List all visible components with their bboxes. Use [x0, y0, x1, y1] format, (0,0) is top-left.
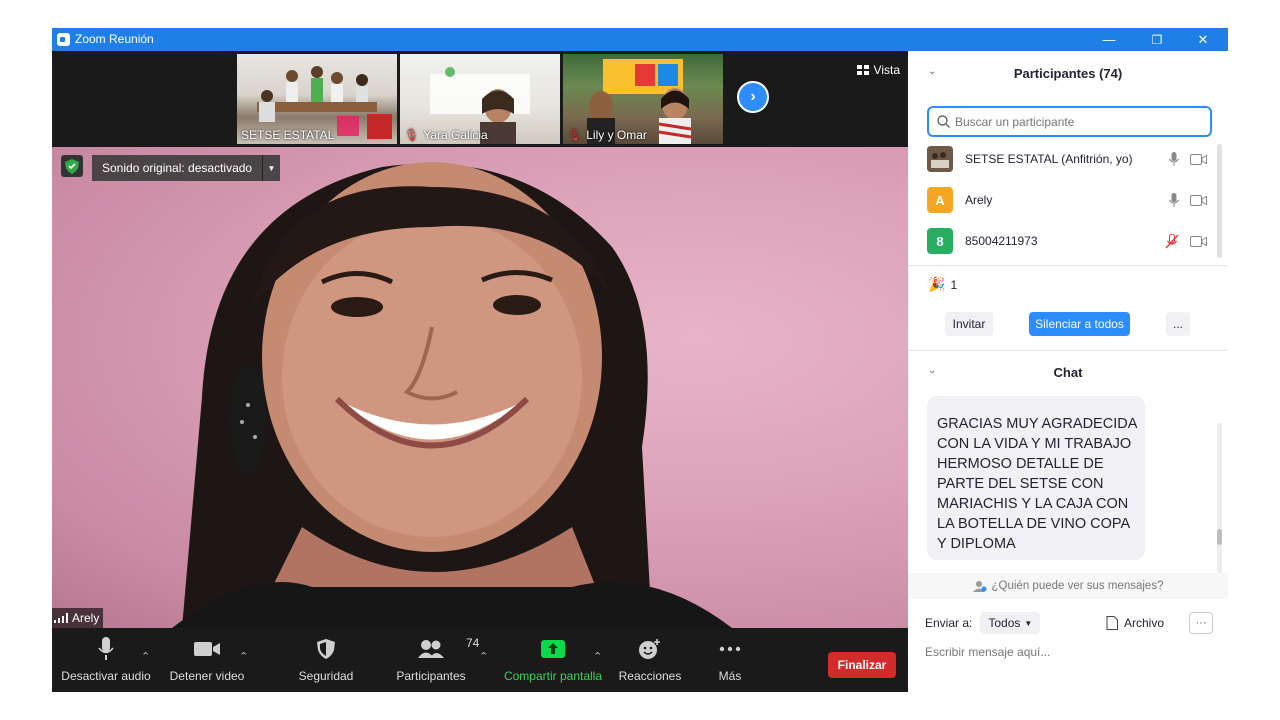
mic-muted-icon: 🎙	[567, 128, 583, 142]
participant-name: Arely	[965, 193, 993, 207]
mic-muted-icon: 🎙	[404, 128, 420, 142]
window-title: Zoom Reunión	[75, 32, 154, 46]
microphone-icon	[98, 637, 114, 660]
participants-icon	[418, 640, 444, 658]
video-camera-icon[interactable]	[1190, 153, 1207, 165]
microphone-muted-icon[interactable]	[1165, 233, 1179, 249]
thumbnail-lily-y-omar[interactable]: 🎙 Lily y Omar	[563, 54, 723, 144]
chat-message-bubble: GRACIAS MUY AGRADECIDA CON LA VIDA Y MI …	[927, 396, 1145, 560]
chat-message-input[interactable]	[925, 641, 1215, 663]
grid-view-icon	[856, 65, 869, 75]
chat-scrollbar-thumb[interactable]	[1217, 529, 1222, 545]
chat-scrollbar[interactable]	[1217, 423, 1222, 573]
chevron-down-icon[interactable]: ⌄	[928, 365, 936, 376]
chevron-down-icon[interactable]: ▼	[262, 155, 280, 181]
file-icon	[1106, 616, 1118, 630]
avatar: A	[927, 187, 953, 213]
divider	[908, 350, 1228, 351]
thumbnail-label: 🎙 Yara Galicia	[404, 128, 488, 142]
thumbnail-strip: SETSE ESTATAL 🎙 Yara Galicia 🎙 Lily y Om…	[52, 51, 908, 147]
video-camera-icon[interactable]	[1190, 235, 1207, 247]
chat-message-text: GRACIAS MUY AGRADECIDA CON LA VIDA Y MI …	[937, 416, 1137, 552]
divider	[908, 265, 1228, 266]
participant-row-setse[interactable]: SETSE ESTATAL (Anfitrión, yo)	[927, 146, 1217, 172]
encryption-shield-icon[interactable]	[61, 155, 83, 177]
mute-audio-button[interactable]: Desactivar audio	[60, 634, 152, 688]
avatar: 8	[927, 228, 953, 254]
zoom-logo-icon	[57, 33, 70, 46]
view-button[interactable]: Vista	[856, 63, 900, 77]
participants-options-caret[interactable]: ⌃	[479, 650, 488, 663]
video-area: SETSE ESTATAL 🎙 Yara Galicia 🎙 Lily y Om…	[52, 51, 908, 628]
next-page-button[interactable]: ›	[737, 81, 769, 113]
reactions-button[interactable]: Reacciones	[618, 634, 682, 688]
send-to-row: Enviar a: Todos ▼ Archivo ···	[925, 611, 1220, 635]
more-button[interactable]: Más	[704, 634, 756, 688]
stop-video-button[interactable]: Detener video	[164, 634, 250, 688]
search-input[interactable]	[955, 114, 1195, 129]
video-options-caret[interactable]: ⌃	[239, 650, 248, 663]
more-dots-icon	[719, 646, 741, 652]
end-meeting-button[interactable]: Finalizar	[828, 652, 896, 678]
share-options-caret[interactable]: ⌃	[593, 650, 602, 663]
meeting-toolbar: Desactivar audio ⌃ Detener video ⌃ Segur…	[52, 628, 908, 692]
party-popper-icon: 🎉	[928, 276, 946, 292]
speaker-name: Arely	[72, 611, 100, 625]
audio-options-caret[interactable]: ⌃	[141, 650, 150, 663]
speaker-name-tag: Arely	[52, 608, 104, 628]
participants-more-button[interactable]: ...	[1166, 312, 1190, 336]
thumbnail-setse-estatal[interactable]: SETSE ESTATAL	[237, 54, 397, 144]
emoji-reaction-icon	[639, 639, 660, 659]
thumbnail-label: SETSE ESTATAL	[241, 128, 335, 142]
microphone-icon[interactable]	[1169, 151, 1179, 167]
search-icon	[937, 115, 950, 128]
file-button[interactable]: Archivo	[1106, 616, 1164, 630]
participant-name: 85004211973	[965, 234, 1038, 248]
participant-row-85004211973[interactable]: 8 85004211973	[927, 228, 1217, 254]
restore-button[interactable]: ❐	[1134, 28, 1180, 51]
participants-button[interactable]: 74 Participantes	[394, 634, 479, 688]
chat-header[interactable]: ⌄ Chat	[908, 353, 1228, 391]
thumbnail-label: 🎙 Lily y Omar	[567, 128, 647, 142]
reaction-count: 🎉 1	[928, 276, 958, 292]
participants-header[interactable]: ⌄ Participantes (74)	[908, 54, 1228, 92]
chevron-down-icon: ▼	[1024, 618, 1033, 628]
mute-all-button[interactable]: Silenciar a todos	[1029, 312, 1130, 336]
zoom-window: Zoom Reunión — ❐ ✕ SETSE ESTATAL 🎙 Yara …	[52, 28, 1228, 692]
chevron-down-icon[interactable]: ⌄	[928, 66, 936, 77]
share-screen-button[interactable]: Compartir pantalla	[502, 634, 604, 688]
participant-row-arely[interactable]: A Arely	[927, 187, 1217, 213]
chat-title: Chat	[1053, 364, 1083, 380]
recipient-select[interactable]: Todos ▼	[980, 612, 1041, 634]
chat-more-button[interactable]: ···	[1189, 612, 1213, 634]
signal-strength-icon	[54, 613, 68, 623]
side-panel: ⌄ Participantes (74) SETSE ESTATAL (Anfi…	[908, 51, 1228, 692]
video-camera-icon[interactable]	[1190, 194, 1207, 206]
participants-scrollbar[interactable]	[1217, 144, 1222, 258]
share-screen-icon	[541, 640, 565, 658]
participant-name: SETSE ESTATAL (Anfitrión, yo)	[965, 152, 1133, 166]
original-sound-toggle[interactable]: Sonido original: desactivado ▼	[92, 155, 280, 181]
avatar	[927, 146, 953, 172]
who-can-see-messages[interactable]: ¿Quién puede ver sus mensajes?	[908, 573, 1228, 599]
participants-count: 74	[466, 636, 480, 650]
shield-icon	[317, 639, 335, 659]
participants-title: Participantes (74)	[1013, 65, 1123, 81]
thumbnail-yara-galicia[interactable]: 🎙 Yara Galicia	[400, 54, 560, 144]
close-button[interactable]: ✕	[1180, 28, 1226, 51]
person-icon	[972, 581, 987, 592]
main-speaker-video: Sonido original: desactivado ▼ Arely	[52, 147, 908, 628]
speaker-image	[172, 162, 732, 628]
minimize-button[interactable]: —	[1086, 28, 1132, 51]
video-camera-icon	[194, 642, 220, 656]
security-button[interactable]: Seguridad	[292, 634, 360, 688]
invite-button[interactable]: Invitar	[945, 312, 993, 336]
send-to-label: Enviar a:	[925, 616, 973, 630]
participant-search[interactable]	[927, 106, 1212, 137]
microphone-icon[interactable]	[1169, 192, 1179, 208]
view-label: Vista	[873, 63, 900, 77]
sound-label: Sonido original: desactivado	[102, 161, 253, 175]
title-bar: Zoom Reunión — ❐ ✕	[52, 28, 1228, 51]
